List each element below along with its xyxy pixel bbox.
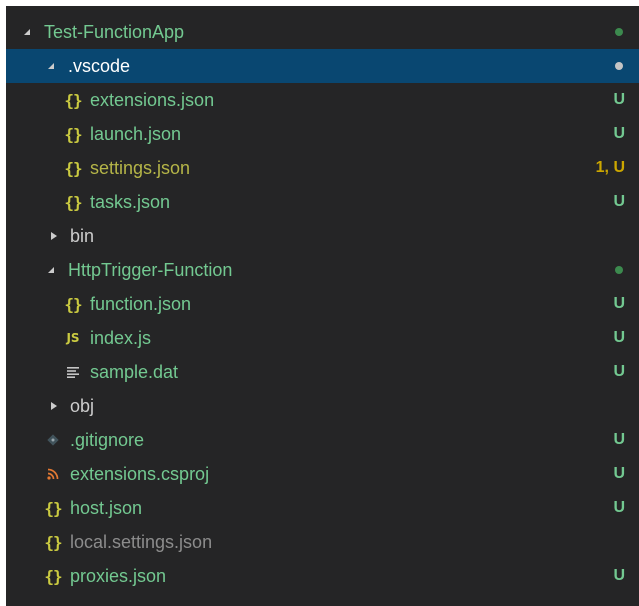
chevron-down-icon[interactable] xyxy=(20,29,36,35)
json-icon: {} xyxy=(44,566,62,586)
git-status-badge: U xyxy=(613,431,625,448)
json-icon: {} xyxy=(64,90,82,110)
file-label: proxies.json xyxy=(70,565,167,586)
file-extensions-json[interactable]: {} extensions.json U xyxy=(6,83,639,117)
file-label: extensions.json xyxy=(90,89,215,110)
file-launch-json[interactable]: {} launch.json U xyxy=(6,117,639,151)
json-icon: {} xyxy=(64,294,82,314)
git-status-badge: U xyxy=(613,465,625,482)
git-status-badge: U xyxy=(613,125,625,142)
folder-label: bin xyxy=(70,225,95,246)
folder-obj[interactable]: obj xyxy=(6,389,639,423)
file-index-js[interactable]: JS index.js U xyxy=(6,321,639,355)
status-dot xyxy=(615,62,623,70)
status-dot xyxy=(615,28,623,36)
git-status-badge: U xyxy=(613,295,625,312)
json-icon: {} xyxy=(44,532,62,552)
git-status-badge: U xyxy=(613,329,625,346)
file-label: settings.json xyxy=(90,157,191,178)
file-label: .gitignore xyxy=(70,429,145,450)
folder-test-functionapp[interactable]: Test-FunctionApp xyxy=(6,15,639,49)
status-dot xyxy=(615,266,623,274)
json-icon: {} xyxy=(64,192,82,212)
json-icon: {} xyxy=(64,158,82,178)
json-icon: {} xyxy=(64,124,82,144)
file-gitignore[interactable]: .gitignore U xyxy=(6,423,639,457)
file-function-json[interactable]: {} function.json U xyxy=(6,287,639,321)
file-label: host.json xyxy=(70,497,143,518)
file-host-json[interactable]: {} host.json U xyxy=(6,491,639,525)
git-status-badge: U xyxy=(613,567,625,584)
file-explorer: Test-FunctionApp .vscode {} extensions.j… xyxy=(6,6,639,606)
file-settings-json[interactable]: {} settings.json 1, U xyxy=(6,151,639,185)
file-extensions-csproj[interactable]: extensions.csproj U xyxy=(6,457,639,491)
chevron-down-icon[interactable] xyxy=(44,63,60,69)
folder-label: Test-FunctionApp xyxy=(44,21,185,42)
git-status-badge: U xyxy=(613,91,625,108)
folder-httptrigger-function[interactable]: HttpTrigger-Function xyxy=(6,253,639,287)
file-label: extensions.csproj xyxy=(70,463,210,484)
git-status-badge: 1, U xyxy=(595,159,625,176)
file-label: sample.dat xyxy=(90,361,179,382)
file-tasks-json[interactable]: {} tasks.json U xyxy=(6,185,639,219)
js-icon: JS xyxy=(66,331,80,345)
git-status-badge: U xyxy=(613,499,625,516)
chevron-down-icon[interactable] xyxy=(44,267,60,273)
rss-icon xyxy=(42,468,64,480)
file-label: tasks.json xyxy=(90,191,171,212)
file-label: function.json xyxy=(90,293,192,314)
folder-label: obj xyxy=(70,395,95,416)
file-sample-dat[interactable]: sample.dat U xyxy=(6,355,639,389)
file-proxies-json[interactable]: {} proxies.json U xyxy=(6,559,639,593)
folder-label: .vscode xyxy=(68,55,131,76)
file-label: index.js xyxy=(90,327,152,348)
chevron-right-icon[interactable] xyxy=(46,232,62,240)
git-icon xyxy=(42,433,64,447)
file-local-settings-json[interactable]: {} local.settings.json xyxy=(6,525,639,559)
folder-label: HttpTrigger-Function xyxy=(68,259,233,280)
json-icon: {} xyxy=(44,498,62,518)
chevron-right-icon[interactable] xyxy=(46,402,62,410)
git-status-badge: U xyxy=(613,193,625,210)
text-file-icon xyxy=(62,366,84,378)
file-label: local.settings.json xyxy=(70,531,213,552)
file-label: launch.json xyxy=(90,123,182,144)
git-status-badge: U xyxy=(613,363,625,380)
folder-vscode[interactable]: .vscode xyxy=(6,49,639,83)
folder-bin[interactable]: bin xyxy=(6,219,639,253)
